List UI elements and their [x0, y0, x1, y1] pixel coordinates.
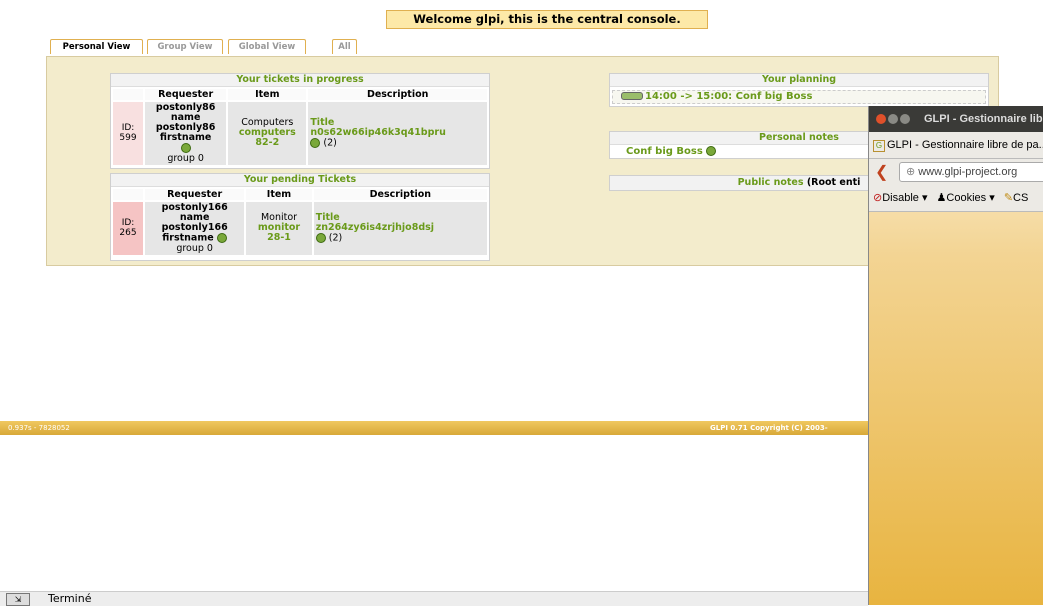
pending-tickets-table: Requester Item Description ID: 265 posto…	[111, 187, 489, 257]
footer-timing: 0.937s - 7828052	[8, 424, 70, 432]
table-row[interactable]: ID: 599 postonly86 name postonly86 first…	[113, 102, 487, 165]
tickets-in-progress-table: Requester Item Description ID: 599 posto…	[111, 87, 489, 167]
browser-navbar: ❮ ⊕ www.glpi-project.org	[869, 159, 1043, 185]
ticket-id-cell[interactable]: ID: 265	[113, 202, 143, 255]
welcome-banner: Welcome glpi, this is the central consol…	[386, 10, 708, 29]
close-icon[interactable]	[876, 114, 886, 124]
user-info-icon[interactable]	[180, 143, 191, 153]
maximize-icon[interactable]	[900, 114, 910, 124]
followup-count: (2)	[323, 137, 337, 149]
public-notes-entity: (Root enti	[806, 177, 861, 188]
tickets-in-progress-box: Your tickets in progress Requester Item …	[110, 73, 490, 169]
tab-group-view[interactable]: Group View	[147, 39, 223, 54]
browser-tab-title[interactable]: GLPI - Gestionnaire libre de pa...	[887, 139, 1043, 151]
followup-icon[interactable]	[310, 138, 321, 148]
requester-name-line: postonly166	[161, 222, 228, 233]
status-bar: ⇲ Terminé	[0, 591, 868, 606]
browser-window-title: GLPI - Gestionnaire lib	[924, 113, 1043, 125]
central-panel: Your tickets in progress Requester Item …	[46, 56, 999, 266]
cookies-menu[interactable]: Cookies ▾	[946, 192, 994, 204]
browser-titlebar[interactable]: GLPI - Gestionnaire lib	[869, 106, 1043, 132]
requester-group: group 0	[167, 152, 204, 164]
item-cell: Monitor monitor 28-1	[246, 202, 312, 255]
security-icon: ⇲	[6, 593, 30, 606]
browser-window: GLPI - Gestionnaire lib G GLPI - Gestionn…	[868, 106, 1043, 605]
followup-icon[interactable]	[315, 233, 326, 243]
cookies-icon: ♟	[936, 192, 947, 204]
public-notes-label: Public notes	[737, 177, 804, 188]
favicon-icon: G	[873, 140, 885, 152]
item-number[interactable]: 82-2	[255, 137, 279, 148]
ticket-id-label: ID:	[121, 123, 135, 134]
ticket-id-cell[interactable]: ID: 599	[113, 102, 143, 165]
item-cell: Computers computers 82-2	[228, 102, 307, 165]
status-text: Terminé	[48, 592, 92, 605]
table-header-row: Requester Item Description	[113, 189, 487, 200]
user-info-icon[interactable]	[217, 233, 228, 243]
item-number[interactable]: 28-1	[267, 232, 291, 243]
ticket-id: 265	[119, 228, 137, 239]
planning-box: Your planning 14:00 -> 15:00: Conf big B…	[609, 73, 989, 107]
header-description: Description	[308, 89, 487, 100]
planning-entry-text[interactable]: 14:00 -> 15:00: Conf big Boss	[645, 91, 812, 102]
ticket-description-link[interactable]: zn264zy6is4zrjhjo8dsj	[316, 222, 434, 233]
ticket-id-label: ID:	[121, 218, 135, 229]
header-item: Item	[228, 89, 307, 100]
url-text[interactable]: www.glpi-project.org	[918, 166, 1017, 178]
globe-icon: ⊕	[906, 166, 916, 178]
webdev-toolbar: ⊘Disable ▾ ♟Cookies ▾ ✎CS	[869, 185, 1043, 212]
table-row[interactable]: ID: 265 postonly166 name postonly166 fir…	[113, 202, 487, 255]
requester-cell: postonly86 name postonly86 firstname gro…	[145, 102, 227, 165]
requester-name-line: firstname	[159, 132, 212, 143]
browser-tab[interactable]: G GLPI - Gestionnaire libre de pa...	[869, 132, 1043, 159]
pending-tickets-box: Your pending Tickets Requester Item Desc…	[110, 173, 490, 261]
css-menu[interactable]: CS	[1013, 192, 1028, 204]
planning-bar-icon	[621, 92, 643, 100]
planning-entry[interactable]: 14:00 -> 15:00: Conf big Boss	[612, 90, 986, 104]
header-requester: Requester	[145, 89, 227, 100]
requester-cell: postonly166 name postonly166 firstname g…	[145, 202, 245, 255]
note-info-icon[interactable]	[706, 146, 717, 156]
back-icon[interactable]: ❮	[875, 162, 888, 182]
description-cell: Title zn264zy6is4zrjhjo8dsj (2)	[313, 202, 487, 255]
page-footer: 0.937s - 7828052 GLPI 0.71 Copyright (C)…	[0, 421, 880, 435]
header-description: Description	[313, 189, 487, 200]
tab-personal-view[interactable]: Personal View	[50, 39, 143, 54]
description-cell: Title n0s62w66ip46k3q41bpru (2)	[308, 102, 487, 165]
pending-tickets-title: Your pending Tickets	[111, 174, 489, 187]
disable-icon: ⊘	[873, 192, 883, 204]
table-header-row: Requester Item Description	[113, 89, 487, 100]
disable-menu[interactable]: Disable ▾	[882, 192, 927, 204]
header-requester: Requester	[145, 189, 245, 200]
requester-group: group 0	[176, 242, 213, 254]
personal-note-link[interactable]: Conf big Boss	[626, 146, 703, 157]
minimize-icon[interactable]	[888, 114, 898, 124]
tickets-in-progress-title: Your tickets in progress	[111, 74, 489, 87]
header-item: Item	[246, 189, 312, 200]
footer-copyright[interactable]: GLPI 0.71 Copyright (C) 2003-	[710, 421, 828, 435]
tab-global-view[interactable]: Global View	[228, 39, 306, 54]
tab-all[interactable]: All	[332, 39, 357, 54]
ticket-id: 599	[119, 133, 137, 144]
url-field[interactable]: ⊕ www.glpi-project.org	[899, 162, 1043, 182]
ticket-description-link[interactable]: n0s62w66ip46k3q41bpru	[310, 127, 446, 138]
followup-count: (2)	[328, 232, 343, 244]
css-icon: ✎	[1003, 192, 1014, 204]
planning-title: Your planning	[610, 74, 988, 87]
